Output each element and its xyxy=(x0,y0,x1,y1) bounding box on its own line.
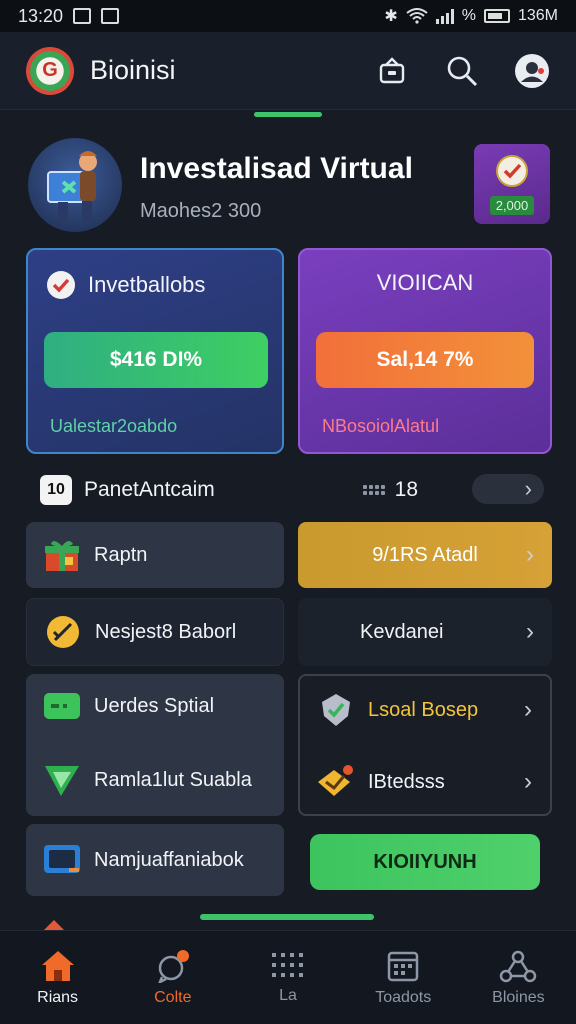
nav-calendar[interactable]: Toadots xyxy=(346,931,461,1024)
tile-nesjest-label: Nesjest8 Baborl xyxy=(95,620,237,643)
calendar-icon xyxy=(387,951,419,981)
coin-check-icon xyxy=(43,612,83,652)
nav-grid-label: La xyxy=(279,986,297,1004)
partial-icon xyxy=(40,912,80,932)
tab-indicator xyxy=(254,112,322,117)
reward-badge[interactable]: 2,000 xyxy=(474,144,550,224)
chevron-right-icon: › xyxy=(526,541,534,568)
shield-check-icon xyxy=(47,271,75,299)
battery-icon xyxy=(483,9,510,23)
tile-gold-label: 9/1RS Atadl xyxy=(372,543,478,566)
gift-icon xyxy=(42,535,82,575)
stats-label: PanetAntcaim xyxy=(84,478,215,501)
stats-count: 18 xyxy=(394,478,418,501)
tile-kevdanei-label: Kevdanei xyxy=(360,620,444,643)
scroll-indicator xyxy=(200,914,374,920)
send-arrow-icon xyxy=(42,760,82,800)
hero-section: Investalisad Virtual Maohes2 300 2,000 xyxy=(28,138,552,232)
battery-percent: % xyxy=(461,7,476,24)
investment-card-purple[interactable]: VIOIICAN Sal,14 7% NBosoiolAlatul xyxy=(298,248,552,454)
tile-nesjest[interactable]: Nesjest8 Baborl xyxy=(26,598,284,666)
app-bar: G Bioinisi xyxy=(0,32,576,110)
nav-grid[interactable]: La xyxy=(230,931,345,1024)
tile-namjuaffan[interactable]: Namjuaffaniabok xyxy=(26,824,284,896)
nav-chat-label: Colte xyxy=(154,988,192,1006)
nav-calendar-label: Toadots xyxy=(375,988,432,1006)
tile-raptn[interactable]: Raptn xyxy=(26,522,284,588)
network-icon xyxy=(500,950,537,982)
green-action-button[interactable]: KIOIIYUNH xyxy=(310,834,540,890)
tile-ibtedsss[interactable]: IBtedsss › xyxy=(300,752,550,812)
app-title: Bioinisi xyxy=(90,55,176,85)
tile-lsoal-label: Lsoal Bosep xyxy=(368,698,479,721)
investment-card-blue[interactable]: Invetballobs $416 DI% Ualestar2oabdo xyxy=(26,248,284,454)
bluetooth-icon: ✱ xyxy=(384,8,398,25)
tile-gold-action[interactable]: 9/1RS Atadl › xyxy=(298,522,552,588)
grid-icon xyxy=(272,952,303,977)
nav-network[interactable]: Bloines xyxy=(461,931,576,1024)
tile-lsoal[interactable]: Lsoal Bosep › xyxy=(300,680,550,740)
search-button[interactable] xyxy=(444,53,480,89)
chevron-right-icon: › xyxy=(524,476,532,501)
wifi-icon xyxy=(406,8,428,24)
card-icon xyxy=(42,686,82,726)
grid-dots-icon xyxy=(362,485,385,495)
nav-home-label: Rians xyxy=(37,988,79,1006)
home-icon xyxy=(41,950,74,981)
avatar[interactable] xyxy=(28,138,122,232)
monitor-icon xyxy=(42,840,82,880)
status-time: 13:20 xyxy=(18,5,64,26)
notification-icon-2 xyxy=(101,8,120,24)
signal-icon xyxy=(435,8,454,24)
nav-network-label: Bloines xyxy=(492,988,545,1006)
tile-ramla-label: Ramla1lut Suabla xyxy=(94,768,252,791)
profile-icon xyxy=(515,53,549,88)
status-right-text: 136M xyxy=(517,7,558,24)
app-logo[interactable]: G xyxy=(26,46,74,95)
bottom-nav: Rians Colte La Toadots Bloines xyxy=(0,930,576,1024)
card-blue-footer: Ualestar2oabdo xyxy=(50,416,178,436)
group-left: Uerdes Sptial Ramla1lut Suabla xyxy=(26,674,284,816)
shield-check-icon xyxy=(316,690,356,730)
notification-icon xyxy=(73,8,92,24)
card-purple-title: VIOIICAN xyxy=(376,270,474,295)
search-icon xyxy=(447,56,478,86)
tag-icon xyxy=(316,762,356,802)
stats-row: 10 PanetAntcaim 18 › xyxy=(40,472,546,508)
count-chip: 10 xyxy=(40,475,72,505)
wallet-button[interactable] xyxy=(374,53,410,89)
tile-ramla[interactable]: Ramla1lut Suabla xyxy=(26,750,284,810)
nav-home[interactable]: Rians xyxy=(0,931,115,1024)
group-right: Lsoal Bosep › IBtedsss › xyxy=(298,674,552,816)
expand-toggle[interactable]: › xyxy=(472,474,544,504)
card-purple-footer: NBosoiolAlatul xyxy=(322,416,440,436)
hero-subtitle: Maohes2 300 xyxy=(140,200,262,222)
tile-kevdanei[interactable]: Kevdanei › xyxy=(298,598,552,666)
card-blue-button[interactable]: $416 DI% xyxy=(44,332,268,388)
nav-chat[interactable]: Colte xyxy=(115,931,230,1024)
status-bar: 13:20 ✱ % 136M xyxy=(0,0,576,32)
chevron-right-icon: › xyxy=(524,768,532,795)
wallet-icon xyxy=(379,56,405,83)
tile-namjuaffan-label: Namjuaffaniabok xyxy=(94,848,244,871)
card-blue-title: Invetballobs xyxy=(88,272,206,297)
badge-value: 2,000 xyxy=(489,195,535,215)
profile-button[interactable] xyxy=(514,53,550,89)
tile-ibtedsss-label: IBtedsss xyxy=(368,770,445,793)
chevron-right-icon: › xyxy=(526,618,534,645)
chevron-right-icon: › xyxy=(524,696,532,723)
check-medal-icon xyxy=(496,154,528,187)
hero-title: Investalisad Virtual xyxy=(140,152,413,185)
tile-uerdes[interactable]: Uerdes Sptial xyxy=(26,676,284,736)
tile-uerdes-label: Uerdes Sptial xyxy=(94,694,215,717)
chat-icon xyxy=(158,949,189,983)
tile-raptn-label: Raptn xyxy=(94,543,148,566)
card-purple-button[interactable]: Sal,14 7% xyxy=(316,332,534,388)
